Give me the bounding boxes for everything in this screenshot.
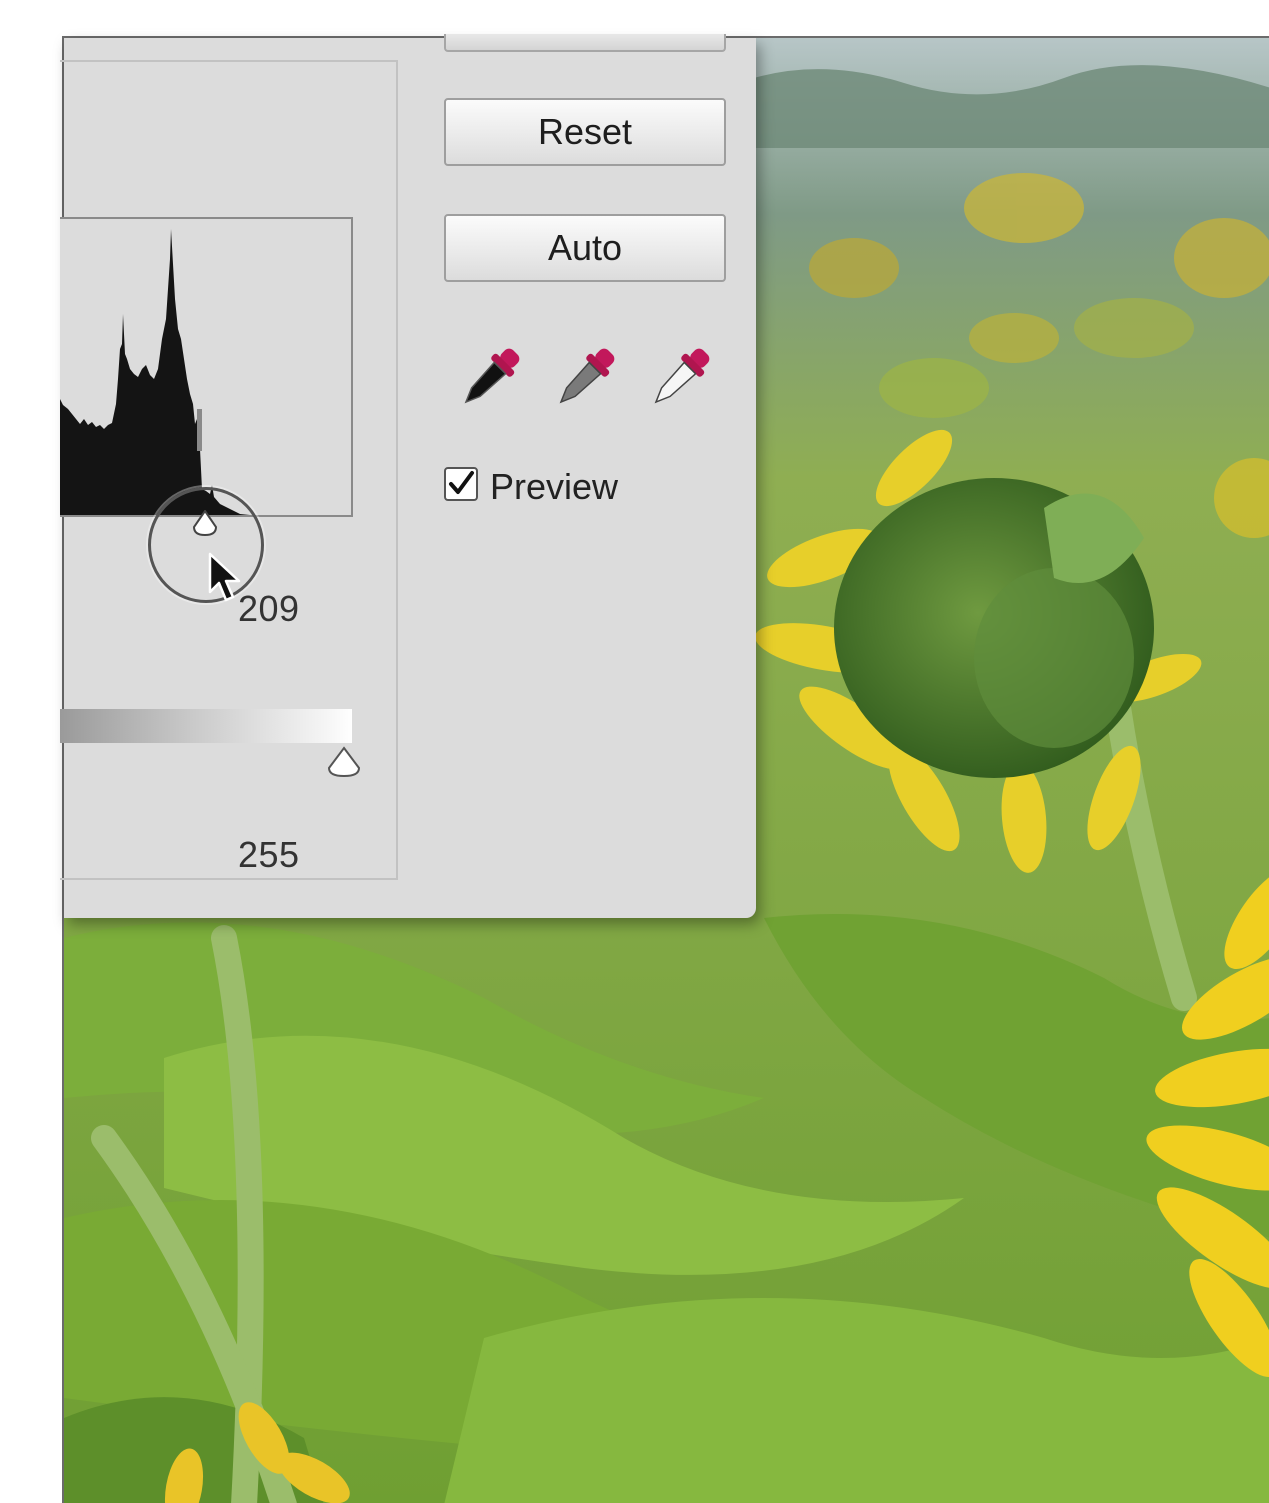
histogram	[60, 217, 353, 517]
highlight-circle	[148, 487, 264, 603]
auto-button[interactable]: Auto	[444, 214, 726, 282]
levels-group-box: 209 255	[60, 60, 398, 880]
white-eyedropper-icon[interactable]	[644, 342, 716, 414]
gray-eyedropper-icon[interactable]	[549, 342, 621, 414]
levels-dialog: 209 255 Reset Auto Preview	[60, 34, 756, 918]
preview-checkbox[interactable]	[444, 467, 478, 501]
output-levels-gradient	[60, 709, 352, 743]
output-white-point-handle[interactable]	[326, 746, 362, 778]
reset-button[interactable]: Reset	[444, 98, 726, 166]
black-eyedropper-icon[interactable]	[454, 342, 526, 414]
partial-button-top[interactable]	[444, 34, 726, 52]
histogram-bars	[60, 229, 250, 515]
checkmark-icon	[449, 471, 474, 494]
preview-label[interactable]: Preview	[490, 466, 618, 508]
input-white-value[interactable]: 209	[238, 588, 300, 630]
output-white-value[interactable]: 255	[238, 834, 300, 876]
